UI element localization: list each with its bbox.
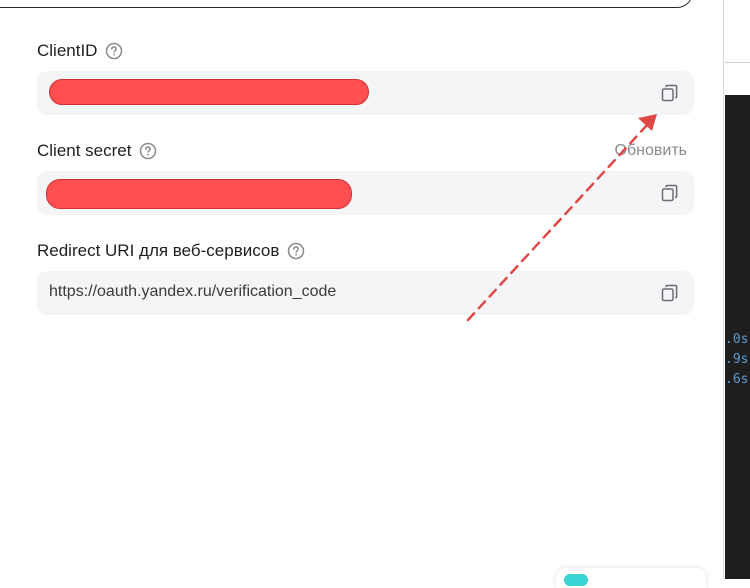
bottom-widget[interactable] <box>556 568 706 588</box>
terminal-header <box>725 62 750 96</box>
redirect-uri-label: Redirect URI для веб-сервисов <box>37 241 280 260</box>
help-icon[interactable] <box>287 242 305 260</box>
settings-panel: ClientID Client secret Обновить Redirect… <box>0 0 724 579</box>
client-secret-field[interactable] <box>37 171 694 215</box>
top-card <box>0 0 693 8</box>
client-id-label: ClientID <box>37 41 98 60</box>
redaction-mask <box>46 179 352 209</box>
client-secret-label-row: Client secret <box>37 139 157 163</box>
redirect-uri-field[interactable]: https://oauth.yandex.ru/verification_cod… <box>37 271 694 315</box>
widget-icon <box>564 574 588 586</box>
help-icon[interactable] <box>105 42 123 60</box>
redirect-uri-label-row: Redirect URI для веб-сервисов <box>37 239 305 263</box>
client-secret-label: Client secret <box>37 141 132 160</box>
refresh-secret-link[interactable]: Обновить <box>615 142 687 160</box>
redirect-uri-value: https://oauth.yandex.ru/verification_cod… <box>49 283 337 300</box>
terminal-panel: .0s .9s .6s <box>725 95 750 579</box>
copy-icon[interactable] <box>660 83 680 103</box>
redaction-mask <box>49 79 369 105</box>
help-icon[interactable] <box>139 142 157 160</box>
terminal-line: .9s <box>725 352 749 367</box>
client-id-label-row: ClientID <box>37 39 123 63</box>
client-id-field[interactable] <box>37 71 694 115</box>
terminal-line: .0s <box>725 332 749 347</box>
copy-icon[interactable] <box>660 183 680 203</box>
copy-icon[interactable] <box>660 283 680 303</box>
terminal-line: .6s <box>725 372 749 387</box>
